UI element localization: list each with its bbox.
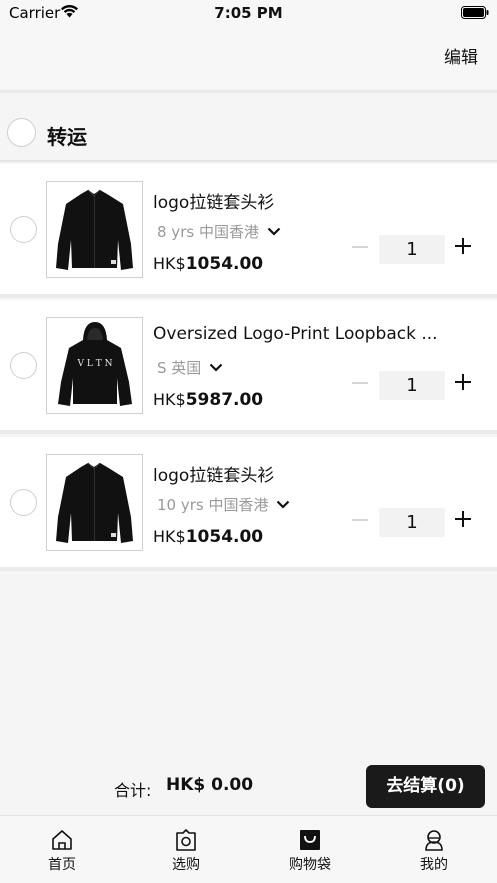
zip-jacket-image xyxy=(56,462,133,543)
chevron-down-icon xyxy=(267,227,281,236)
price-currency: HK$ xyxy=(153,527,186,546)
product-price: HK$5987.00 xyxy=(153,390,263,410)
spec-label: 10 yrs 中国香港 xyxy=(157,496,269,514)
status-bar: Carrier 7:05 PM xyxy=(0,0,497,26)
chevron-down-icon xyxy=(210,363,223,372)
tab-bag[interactable]: 购物袋 xyxy=(248,816,372,883)
product-price: HK$1054.00 xyxy=(153,254,263,274)
tab-profile[interactable]: 我的 xyxy=(372,816,496,883)
spec-label: 8 yrs 中国香港 xyxy=(157,223,259,241)
price-amount: 5987.00 xyxy=(185,390,264,410)
spec-selector[interactable]: 10 yrs 中国香港 xyxy=(157,494,290,515)
price-amount: 1054.00 xyxy=(185,254,264,274)
zip-jacket-image xyxy=(56,189,133,270)
product-image[interactable] xyxy=(46,454,143,551)
checkout-button[interactable]: 去结算(0) xyxy=(366,765,485,808)
spec-selector[interactable]: S 英国 xyxy=(157,357,223,378)
quantity-field[interactable]: 1 xyxy=(379,508,445,537)
tab-shop[interactable]: 选购 xyxy=(124,816,248,883)
edit-button[interactable]: 编辑 xyxy=(444,43,478,68)
tab-label: 我的 xyxy=(420,857,448,873)
tab-label: 首页 xyxy=(48,857,76,873)
decrease-quantity-button[interactable] xyxy=(352,382,368,384)
tab-home[interactable]: 首页 xyxy=(0,816,124,883)
quantity-field[interactable]: 1 xyxy=(379,235,445,264)
decrease-quantity-button[interactable] xyxy=(352,246,368,248)
home-icon xyxy=(52,830,72,850)
profile-icon xyxy=(425,830,443,851)
tab-bar: 首页 选购 购物袋 我的 xyxy=(0,815,497,883)
cart-item: logo拉链套头衫 10 yrs 中国香港 HK$1054.00 1 xyxy=(0,437,497,571)
tab-label: 选购 xyxy=(172,857,200,873)
checkout-bar: 合计: HK$ 0.00 去结算(0) xyxy=(0,760,497,815)
decrease-quantity-button[interactable] xyxy=(352,519,368,521)
spec-label: S 英国 xyxy=(157,359,202,377)
price-currency: HK$ xyxy=(153,390,186,409)
bag-icon xyxy=(300,830,320,850)
shop-icon xyxy=(176,829,196,851)
hoodie-image: V L T N xyxy=(58,322,132,406)
price-amount: 1054.00 xyxy=(185,527,264,547)
chevron-down-icon xyxy=(277,500,290,509)
item-select-radio[interactable] xyxy=(10,216,37,243)
product-name[interactable]: Oversized Logo-Print Loopback ... xyxy=(153,324,453,344)
increase-quantity-button[interactable] xyxy=(455,374,471,390)
product-name[interactable]: logo拉链套头衫 xyxy=(153,188,453,213)
svg-text:V L T N: V L T N xyxy=(77,359,113,369)
product-image[interactable]: V L T N xyxy=(46,317,143,414)
nav-bar: 编辑 xyxy=(0,26,497,93)
increase-quantity-button[interactable] xyxy=(455,238,471,254)
price-currency: HK$ xyxy=(153,254,186,273)
item-select-radio[interactable] xyxy=(10,489,37,516)
spec-selector[interactable]: 8 yrs 中国香港 xyxy=(157,221,281,242)
item-select-radio[interactable] xyxy=(10,352,37,379)
group-title: 转运 xyxy=(47,125,87,149)
clock: 7:05 PM xyxy=(214,4,283,22)
total-label: 合计: xyxy=(114,781,152,800)
product-price: HK$1054.00 xyxy=(153,527,263,547)
group-header: 转运 xyxy=(0,96,497,162)
cart-item: logo拉链套头衫 8 yrs 中国香港 HK$1054.00 1 xyxy=(0,164,497,298)
product-name[interactable]: logo拉链套头衫 xyxy=(153,461,453,486)
tab-label: 购物袋 xyxy=(289,857,331,873)
battery-icon xyxy=(461,6,489,19)
quantity-field[interactable]: 1 xyxy=(379,371,445,400)
total-value: HK$ 0.00 xyxy=(166,775,254,795)
product-image[interactable] xyxy=(46,181,143,278)
cart-item: V L T N Oversized Logo-Print Loopback ..… xyxy=(0,300,497,434)
increase-quantity-button[interactable] xyxy=(455,511,471,527)
group-select-radio[interactable] xyxy=(7,118,36,147)
